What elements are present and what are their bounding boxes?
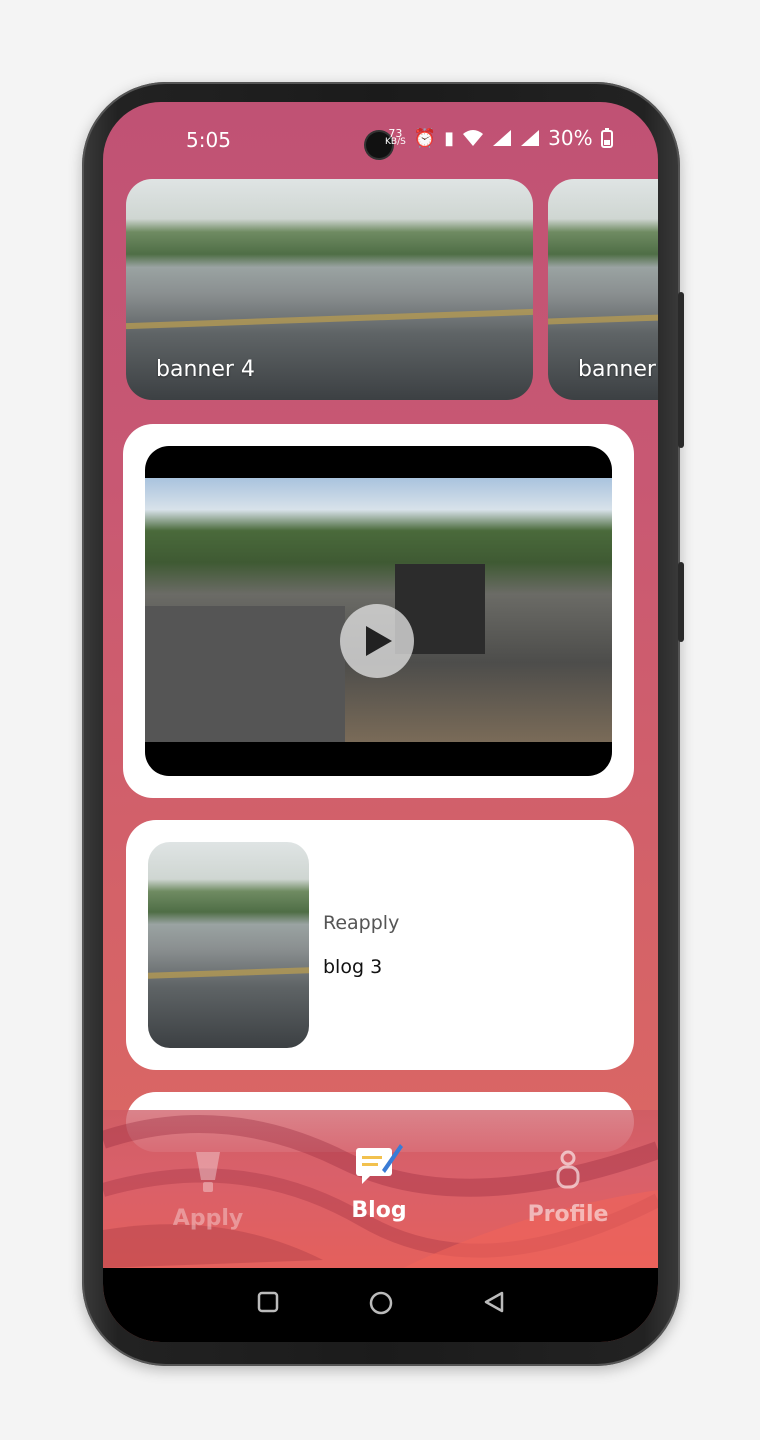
lamp-icon	[196, 1152, 220, 1192]
vibrate-icon: ▮	[444, 127, 455, 149]
app-screen: 5:05 73 KB/S ⏰ ▮ 30% banner 4 banner Rea…	[103, 102, 658, 1342]
signal-icon-2	[521, 130, 540, 146]
battery-percent: 30%	[548, 126, 593, 150]
blog-thumbnail	[148, 842, 309, 1048]
nav-label-blog: Blog	[351, 1198, 407, 1223]
battery-icon	[600, 128, 613, 148]
blog-title: blog 3	[323, 956, 383, 978]
video-thumbnail	[145, 478, 612, 742]
person-icon	[556, 1150, 580, 1189]
blog-card[interactable]: Reapply blog 3	[126, 820, 634, 1070]
nav-label-apply: Apply	[172, 1206, 244, 1231]
nav-item-apply[interactable]: Apply	[153, 1150, 263, 1231]
home-icon[interactable]	[368, 1290, 394, 1316]
banner-label: banner	[578, 357, 656, 382]
wifi-icon	[463, 130, 484, 146]
bottom-navigation: Apply Blog Profile	[103, 1110, 658, 1268]
play-icon	[366, 626, 392, 656]
nav-item-blog[interactable]: Blog	[329, 1140, 429, 1223]
video-card	[123, 424, 634, 798]
back-icon[interactable]	[482, 1290, 506, 1314]
banner-card-next[interactable]: banner	[548, 179, 658, 400]
nav-item-profile[interactable]: Profile	[513, 1150, 623, 1227]
banner-card[interactable]: banner 4	[126, 179, 533, 400]
video-roof	[145, 606, 345, 742]
nav-label-profile: Profile	[527, 1202, 609, 1227]
system-navigation-bar	[103, 1268, 658, 1342]
status-time: 5:05	[186, 128, 231, 152]
play-button[interactable]	[340, 604, 414, 678]
banner-label: banner 4	[156, 357, 255, 382]
status-icons: 73 KB/S ⏰ ▮ 30%	[385, 126, 613, 150]
status-bar: 5:05 73 KB/S ⏰ ▮ 30%	[103, 120, 658, 160]
recents-icon[interactable]	[256, 1290, 280, 1314]
network-speed: 73 KB/S	[385, 127, 406, 147]
alarm-icon: ⏰	[413, 127, 437, 149]
volume-button	[678, 292, 684, 448]
power-button	[678, 562, 684, 642]
blog-category: Reapply	[323, 912, 400, 934]
video-player[interactable]	[145, 446, 612, 776]
blog-image	[148, 842, 309, 1048]
chat-pen-icon	[356, 1144, 403, 1184]
signal-icon	[493, 130, 512, 146]
